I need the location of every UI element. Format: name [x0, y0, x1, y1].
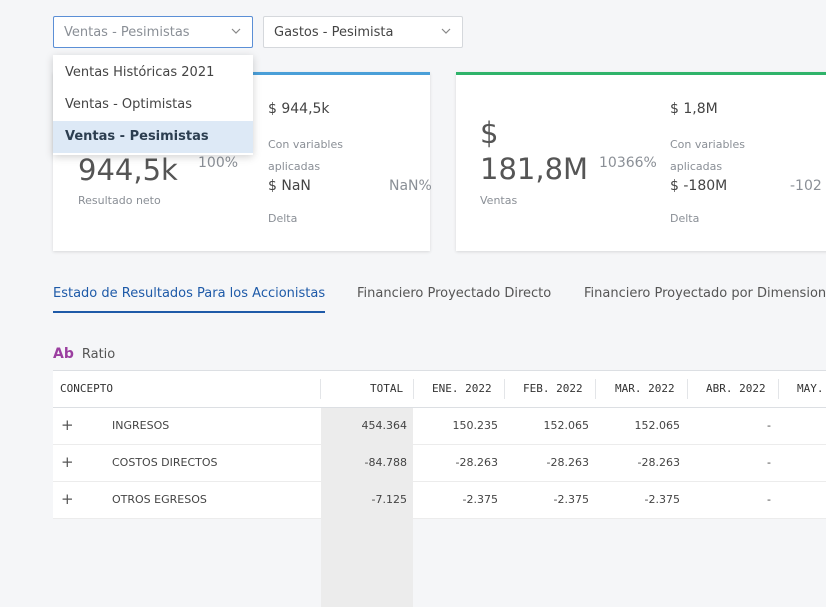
kpi-delta-caption: Delta: [670, 212, 700, 225]
ventas-dropdown-menu: Ventas Históricas 2021 Ventas - Optimist…: [53, 55, 253, 155]
table-header: CONCEPTO TOTAL ENE. 2022 FEB. 2022 MAR. …: [53, 371, 826, 408]
ratio-label: Ratio: [81, 346, 116, 362]
cell-mar: -2.375: [644, 493, 680, 506]
kpi-big-pct: 100%: [198, 155, 239, 171]
chevron-down-icon: [231, 28, 241, 34]
kpi-delta-caption: Delta: [268, 212, 298, 225]
column-divider: [687, 379, 688, 399]
kpi-right-value: $ 1,8M: [670, 101, 718, 117]
cell-abr: -: [767, 456, 771, 469]
row-concept: INGRESOS: [112, 419, 170, 432]
header-total[interactable]: TOTAL: [370, 382, 403, 395]
tab-financiero-directo[interactable]: Financiero Proyectado Directo: [357, 286, 551, 301]
ratio-toggle[interactable]: Ab Ratio: [53, 346, 115, 362]
kpi-delta-value: $ NaN: [268, 178, 311, 194]
cell-feb: 152.065: [543, 419, 590, 432]
cell-total: 454.364: [361, 419, 408, 432]
cell-ene: -28.263: [455, 456, 498, 469]
kpi-right-caption: Con variables aplicadas: [670, 138, 745, 173]
row-concept: COSTOS DIRECTOS: [112, 456, 218, 469]
header-mar-2022[interactable]: MAR. 2022: [615, 382, 675, 395]
cell-feb: -2.375: [553, 493, 589, 506]
active-tab-indicator: [53, 311, 325, 313]
kpi-big-caption: Ventas: [480, 194, 518, 207]
plus-icon[interactable]: +: [61, 455, 74, 470]
column-divider: [595, 379, 596, 399]
plus-icon[interactable]: +: [61, 418, 74, 433]
gastos-select[interactable]: Gastos - Pesimista: [263, 16, 463, 48]
chevron-down-icon: [441, 28, 451, 34]
cell-total: -84.788: [364, 456, 407, 469]
table-row: + INGRESOS 454.364 150.235 152.065 152.0…: [53, 408, 826, 445]
header-may[interactable]: MAY.: [797, 382, 824, 395]
column-divider: [413, 379, 414, 399]
column-divider: [778, 379, 779, 399]
kpi-delta-pct: NaN%: [389, 178, 432, 194]
kpi-currency: $: [480, 116, 499, 150]
row-concept: OTROS EGRESOS: [112, 493, 207, 506]
tab-financiero-dimension[interactable]: Financiero Proyectado por Dimension: [584, 286, 826, 301]
column-divider: [320, 379, 321, 399]
kpi-right-value: $ 944,5k: [268, 101, 330, 117]
cell-abr: -: [767, 419, 771, 432]
cell-ene: 150.235: [452, 419, 499, 432]
ventas-select[interactable]: Ventas - Pesimistas: [53, 16, 253, 48]
tab-estado-resultados[interactable]: Estado de Resultados Para los Accionista…: [53, 286, 325, 301]
column-divider: [504, 379, 505, 399]
cell-mar: -28.263: [637, 456, 680, 469]
report-tabs: Estado de Resultados Para los Accionista…: [53, 286, 826, 314]
table-row: + COSTOS DIRECTOS -84.788 -28.263 -28.26…: [53, 445, 826, 482]
text-type-icon: Ab: [53, 346, 74, 362]
cell-abr: -: [767, 493, 771, 506]
ventas-select-value: Ventas - Pesimistas: [64, 24, 190, 40]
dropdown-option[interactable]: Ventas - Optimistas: [53, 89, 253, 121]
cell-total: -7.125: [371, 493, 407, 506]
kpi-card-ventas: $ 181,8M Ventas 10366% $ 1,8M Con variab…: [456, 72, 826, 251]
kpi-big-value: 944,5k: [78, 153, 178, 187]
plus-icon[interactable]: +: [61, 492, 74, 507]
dropdown-option-selected[interactable]: Ventas - Pesimistas: [53, 121, 253, 153]
header-ene-2022[interactable]: ENE. 2022: [432, 382, 492, 395]
cell-ene: -2.375: [462, 493, 498, 506]
gastos-select-value: Gastos - Pesimista: [274, 24, 394, 40]
header-feb-2022[interactable]: FEB. 2022: [523, 382, 583, 395]
kpi-right-caption: Con variables aplicadas: [268, 138, 343, 173]
header-concepto[interactable]: CONCEPTO: [60, 382, 113, 395]
kpi-delta-value: $ -180M: [670, 178, 728, 194]
cell-feb: -28.263: [546, 456, 589, 469]
kpi-big-value: 181,8M: [480, 152, 589, 186]
dropdown-option[interactable]: Ventas Históricas 2021: [53, 57, 253, 89]
kpi-big-pct: 10366%: [599, 155, 657, 171]
results-table: CONCEPTO TOTAL ENE. 2022 FEB. 2022 MAR. …: [53, 370, 826, 607]
cell-mar: 152.065: [634, 419, 681, 432]
header-abr-2022[interactable]: ABR. 2022: [706, 382, 766, 395]
kpi-delta-pct: -102: [790, 178, 822, 194]
table-row: + OTROS EGRESOS -7.125 -2.375 -2.375 -2.…: [53, 482, 826, 519]
kpi-big-caption: Resultado neto: [78, 194, 161, 207]
